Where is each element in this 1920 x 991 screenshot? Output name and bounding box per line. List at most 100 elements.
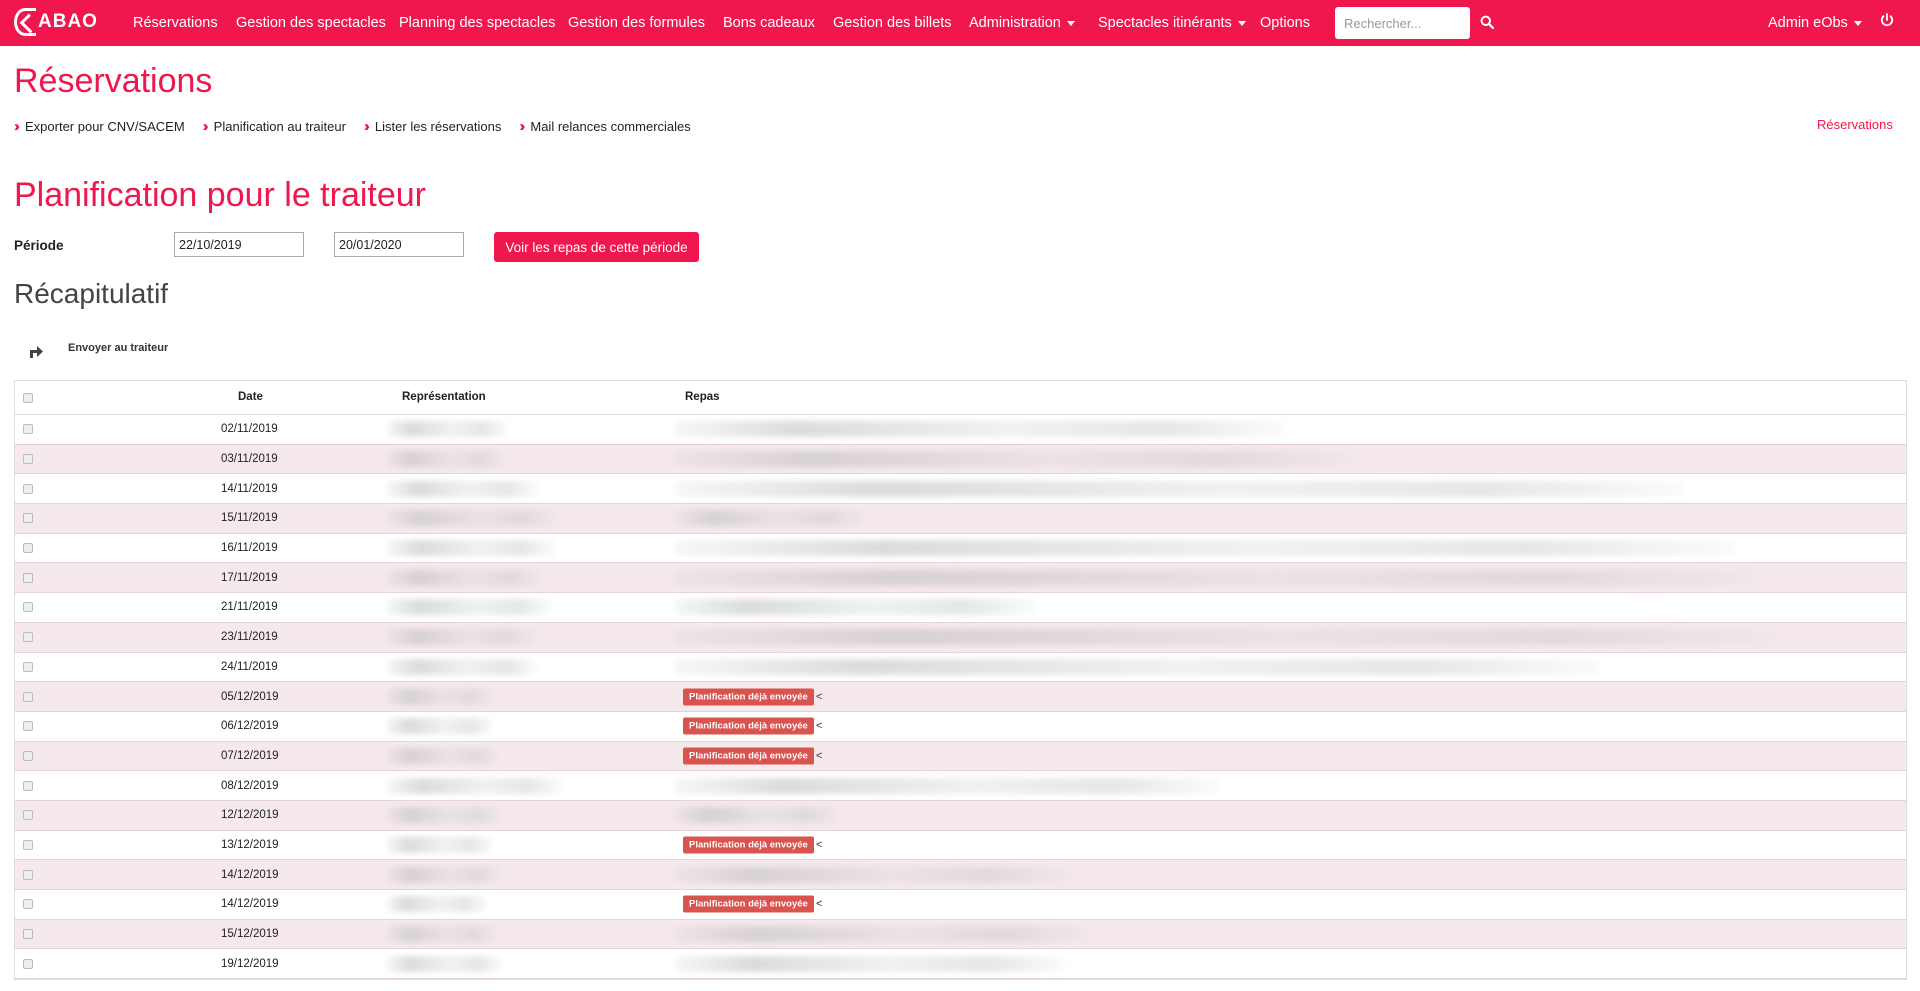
row-date: 06/12/2019 <box>221 720 279 733</box>
redacted-representation <box>387 629 537 646</box>
row-checkbox[interactable] <box>23 839 33 850</box>
redacted-representation <box>387 569 542 586</box>
show-meals-button[interactable]: Voir les repas de cette période <box>494 232 699 262</box>
nav-spectacles-itinerants[interactable]: Spectacles itinérants <box>1098 0 1246 46</box>
table-row: 03/11/2019 <box>15 444 1906 475</box>
double-chevron-right-icon: ›› <box>202 118 209 135</box>
kabao-logo[interactable]: ABAO <box>14 8 98 36</box>
row-checkbox[interactable] <box>23 513 33 524</box>
caret-down-icon <box>1066 20 1075 26</box>
share-forward-icon[interactable] <box>27 341 45 359</box>
status-badge: Planification déjà envoyée <box>683 688 814 706</box>
subnav-label: Exporter pour CNV/SACEM <box>25 119 185 134</box>
row-checkbox[interactable] <box>23 750 33 761</box>
top-navbar: ABAO Réservations Gestion des spectacles… <box>0 0 1920 46</box>
subnav-mail-relances[interactable]: ›› Mail relances commerciales <box>519 118 690 135</box>
row-checkbox[interactable] <box>23 869 33 880</box>
row-checkbox[interactable] <box>23 721 33 732</box>
row-date: 23/11/2019 <box>221 631 278 644</box>
nav-gestion-billets[interactable]: Gestion des billets <box>833 0 951 46</box>
table-row: 14/11/2019 <box>15 474 1906 505</box>
date-from-input[interactable] <box>174 232 304 257</box>
subnav-lister-reservations[interactable]: ›› Lister les réservations <box>364 118 501 135</box>
row-checkbox[interactable] <box>23 483 33 494</box>
row-checkbox[interactable] <box>23 929 33 940</box>
header-date: Date <box>238 391 263 403</box>
redacted-representation <box>387 866 502 883</box>
table-row: 24/11/2019 <box>15 653 1906 683</box>
search-input[interactable] <box>1335 7 1470 39</box>
redacted-meals <box>675 866 1070 883</box>
redacted-representation <box>387 896 487 913</box>
nav-planning-spectacles[interactable]: Planning des spectacles <box>399 0 555 46</box>
user-menu-label: Admin eObs <box>1768 15 1848 31</box>
table-row: 15/11/2019 <box>15 504 1906 534</box>
nav-reservations[interactable]: Réservations <box>133 0 218 46</box>
row-checkbox[interactable] <box>23 661 33 672</box>
row-checkbox[interactable] <box>23 691 33 702</box>
date-to-input[interactable] <box>334 232 464 257</box>
row-checkbox[interactable] <box>23 810 33 821</box>
subnav-label: Lister les réservations <box>374 119 502 134</box>
row-date: 05/12/2019 <box>221 690 279 703</box>
header-repas: Repas <box>685 391 720 403</box>
subnav-export-cnv-sacem[interactable]: ›› Exporter pour CNV/SACEM <box>14 118 185 135</box>
nav-gestion-formules[interactable]: Gestion des formules <box>568 0 705 46</box>
row-date: 19/12/2019 <box>221 957 279 970</box>
logo-k-mark <box>14 8 36 36</box>
table-row: 21/11/2019 <box>15 593 1906 623</box>
row-checkbox[interactable] <box>23 572 33 583</box>
redacted-meals <box>675 777 1220 794</box>
nav-administration[interactable]: Administration <box>969 0 1075 46</box>
row-checkbox[interactable] <box>23 543 33 554</box>
row-date: 07/12/2019 <box>221 749 279 762</box>
row-date: 13/12/2019 <box>221 838 279 851</box>
row-date: 14/12/2019 <box>221 898 279 911</box>
badge-suffix: < <box>816 838 823 851</box>
nav-spectacles-itinerants-label: Spectacles itinérants <box>1098 15 1232 31</box>
table-row: 15/12/2019 <box>15 919 1906 950</box>
power-icon[interactable] <box>1879 12 1895 28</box>
table-header: Date Représentation Repas <box>15 381 1906 415</box>
row-checkbox[interactable] <box>23 632 33 643</box>
planning-table: Date Représentation Repas 02/11/2019 03/1… <box>14 380 1907 981</box>
row-checkbox[interactable] <box>23 454 33 465</box>
table-row: 02/11/2019 <box>15 415 1906 445</box>
row-date: 21/11/2019 <box>221 601 278 614</box>
row-checkbox[interactable] <box>23 424 33 435</box>
row-checkbox[interactable] <box>23 958 33 969</box>
redacted-representation <box>387 836 492 853</box>
table-row: 14/12/2019 <box>15 860 1906 890</box>
row-checkbox[interactable] <box>23 899 33 910</box>
select-all-checkbox[interactable] <box>23 392 33 403</box>
header-representation: Représentation <box>402 391 486 403</box>
subnav-planification-traiteur[interactable]: ›› Planification au traiteur <box>203 118 346 135</box>
nav-options[interactable]: Options <box>1260 0 1310 46</box>
redacted-meals <box>675 569 1760 586</box>
badge-suffix: < <box>816 690 823 703</box>
breadcrumb[interactable]: Réservations <box>1817 117 1893 132</box>
search-icon[interactable] <box>1480 15 1494 29</box>
periode-label: Période <box>14 238 64 253</box>
double-chevron-right-icon: ›› <box>519 118 525 135</box>
redacted-meals <box>675 451 1355 468</box>
row-date: 16/11/2019 <box>221 542 278 555</box>
row-checkbox[interactable] <box>23 780 33 791</box>
row-date: 14/12/2019 <box>221 868 279 881</box>
row-date: 02/11/2019 <box>221 423 278 436</box>
redacted-representation <box>387 540 555 557</box>
user-menu[interactable]: Admin eObs <box>1768 0 1862 46</box>
caret-down-icon <box>1853 20 1862 26</box>
section-title: Planification pour le traiteur <box>14 176 427 214</box>
redacted-meals <box>675 510 865 527</box>
double-chevron-right-icon: ›› <box>363 118 370 135</box>
badge-suffix: < <box>816 720 823 733</box>
table-row: 19/12/2019 <box>15 949 1906 980</box>
redacted-meals <box>675 658 1600 675</box>
send-to-caterer-button[interactable]: Envoyer au traiteur <box>68 342 168 354</box>
row-checkbox[interactable] <box>23 602 33 613</box>
nav-gestion-spectacles[interactable]: Gestion des spectacles <box>236 0 386 46</box>
subnav-label: Mail relances commerciales <box>530 119 691 134</box>
redacted-representation <box>387 747 499 764</box>
nav-bons-cadeaux[interactable]: Bons cadeaux <box>723 0 815 46</box>
